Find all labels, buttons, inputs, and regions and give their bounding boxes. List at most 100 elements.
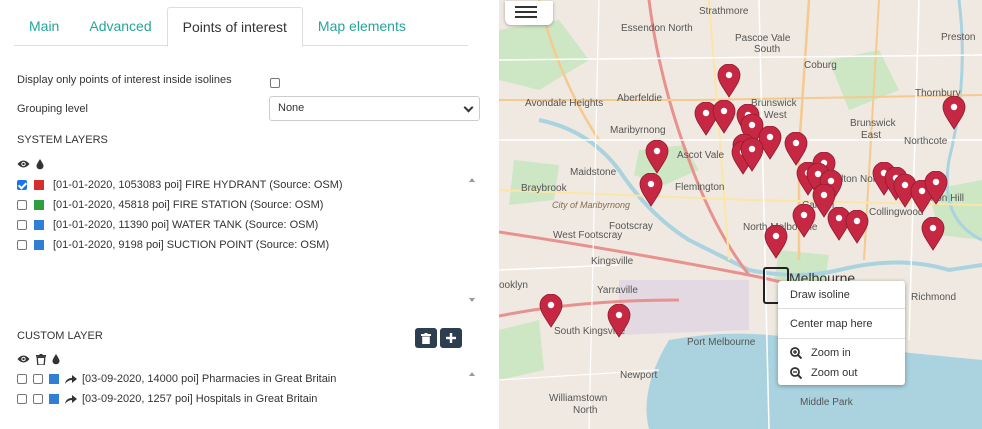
map-label: Middle Park <box>800 397 853 408</box>
layer-label: [03-09-2020, 1257 poi] Hospitals in Grea… <box>82 393 318 405</box>
add-layer-button[interactable] <box>440 328 462 348</box>
layer-checkbox[interactable] <box>33 374 43 384</box>
map-label: Brunswick <box>850 118 896 129</box>
opacity-drop-icon[interactable] <box>52 353 60 365</box>
poi-marker[interactable] <box>712 100 736 134</box>
inside-isolines-label: Display only points of interest inside i… <box>17 74 232 86</box>
map-label: ooklyn <box>499 280 528 291</box>
chevron-down-icon <box>463 102 474 113</box>
poi-marker[interactable] <box>645 140 669 174</box>
layer-color-swatch <box>34 220 44 230</box>
grouping-level-select[interactable]: None <box>269 96 480 121</box>
eye-icon[interactable] <box>17 354 30 364</box>
map-label: Braybrook <box>521 183 567 194</box>
map-label: North <box>573 405 598 416</box>
layer-color-swatch <box>49 374 59 384</box>
share-arrow-icon[interactable] <box>65 394 77 404</box>
layer-label: [01-01-2020, 11390 poi] WATER TANK (Sour… <box>53 219 319 231</box>
poi-marker[interactable] <box>921 217 945 251</box>
menu-item-zoom-in[interactable]: Zoom in <box>790 347 851 359</box>
menu-item-center-map[interactable]: Center map here <box>790 318 873 330</box>
map-label: Yarraville <box>597 285 638 296</box>
layer-color-swatch <box>34 240 44 250</box>
system-layers-list: [01-01-2020, 1053083 poi] FIRE HYDRANT (… <box>14 176 480 306</box>
layer-visibility-checkbox[interactable] <box>17 394 27 404</box>
map-label: Maribyrnong <box>610 125 666 136</box>
layer-checkbox[interactable] <box>17 180 27 190</box>
map-label: Richmond <box>911 292 957 303</box>
poi-marker[interactable] <box>784 132 808 166</box>
tab-map-elements[interactable]: Map elements <box>303 7 421 46</box>
trash-icon[interactable] <box>36 353 46 365</box>
menu-button[interactable] <box>505 1 553 25</box>
poi-marker[interactable] <box>764 225 788 259</box>
list-item: [01-01-2020, 9198 poi] SUCTION POINT (So… <box>17 237 329 253</box>
custom-layer-title: CUSTOM LAYER <box>17 330 103 342</box>
map-label: Port Melbourne <box>687 337 756 348</box>
poi-marker[interactable] <box>740 138 764 172</box>
list-item: [01-01-2020, 45818 poi] FIRE STATION (So… <box>17 197 323 213</box>
layer-checkbox[interactable] <box>17 220 27 230</box>
grouping-level-value: None <box>278 102 305 114</box>
layer-checkbox[interactable] <box>33 394 43 404</box>
poi-marker[interactable] <box>717 64 741 98</box>
map-label: Kingsville <box>591 256 634 267</box>
system-layers-title: SYSTEM LAYERS <box>17 134 108 146</box>
map-label: Maidstone <box>570 167 617 178</box>
layer-label: [01-01-2020, 45818 poi] FIRE STATION (So… <box>53 199 324 211</box>
layer-visibility-checkbox[interactable] <box>17 374 27 384</box>
inside-isolines-checkbox[interactable] <box>270 78 280 88</box>
zoom-in-label: Zoom in <box>811 347 851 359</box>
scroll-down-arrow[interactable] <box>469 298 475 302</box>
opacity-drop-icon[interactable] <box>36 158 44 170</box>
layer-color-swatch <box>49 394 59 404</box>
poi-marker[interactable] <box>607 304 631 338</box>
plus-icon <box>446 333 456 343</box>
menu-item-draw-isoline[interactable]: Draw isoline <box>790 289 850 301</box>
map-label: Footscray <box>609 221 653 232</box>
layer-checkbox[interactable] <box>17 200 27 210</box>
context-menu: Draw isoline Center map here Zoom in Zoo… <box>778 281 905 385</box>
map-label: Strathmore <box>699 6 749 17</box>
scroll-up-arrow[interactable] <box>469 178 475 182</box>
map-label: Northcote <box>904 136 948 147</box>
map-label: Aberfeldie <box>617 93 663 104</box>
list-item: [01-01-2020, 11390 poi] WATER TANK (Sour… <box>17 217 318 233</box>
eye-icon[interactable] <box>17 159 30 169</box>
layer-label: [03-09-2020, 14000 poi] Pharmacies in Gr… <box>82 373 337 385</box>
layer-color-swatch <box>34 200 44 210</box>
layer-color-swatch <box>34 180 44 190</box>
scroll-up-arrow[interactable] <box>469 372 475 376</box>
layer-checkbox[interactable] <box>17 240 27 250</box>
poi-marker[interactable] <box>539 294 563 328</box>
tab-points-of-interest[interactable]: Points of interest <box>166 7 303 47</box>
tab-main[interactable]: Main <box>14 7 74 46</box>
poi-marker[interactable] <box>639 173 663 207</box>
tab-bar: Main Advanced Points of interest Map ele… <box>14 7 468 47</box>
tab-advanced[interactable]: Advanced <box>74 7 166 46</box>
hamburger-line <box>515 6 537 8</box>
trash-icon <box>421 332 431 344</box>
map-label: Coburg <box>804 60 837 71</box>
hamburger-line <box>515 16 537 18</box>
custom-layer-toolbar <box>17 353 60 365</box>
map-label: City of Maribyrnong <box>552 200 631 210</box>
map-label: Williamstown <box>549 393 608 404</box>
map-label: Newport <box>620 370 658 381</box>
map-label: Avondale Heights <box>525 98 604 109</box>
settings-panel: Main Advanced Points of interest Map ele… <box>0 0 497 429</box>
poi-marker[interactable] <box>792 204 816 238</box>
poi-marker[interactable] <box>924 171 948 205</box>
poi-marker[interactable] <box>942 96 966 130</box>
poi-marker[interactable] <box>845 210 869 244</box>
layer-label: [01-01-2020, 9198 poi] SUCTION POINT (So… <box>53 239 330 251</box>
map-label: Preston <box>941 32 976 43</box>
delete-layer-button[interactable] <box>415 328 437 348</box>
map-label: West <box>764 110 787 121</box>
share-arrow-icon[interactable] <box>65 374 77 384</box>
grouping-level-label: Grouping level <box>17 103 88 115</box>
list-item: [03-09-2020, 1257 poi] Hospitals in Grea… <box>17 391 317 407</box>
menu-item-zoom-out[interactable]: Zoom out <box>790 367 857 379</box>
zoom-out-label: Zoom out <box>811 367 858 379</box>
menu-divider <box>778 308 905 309</box>
